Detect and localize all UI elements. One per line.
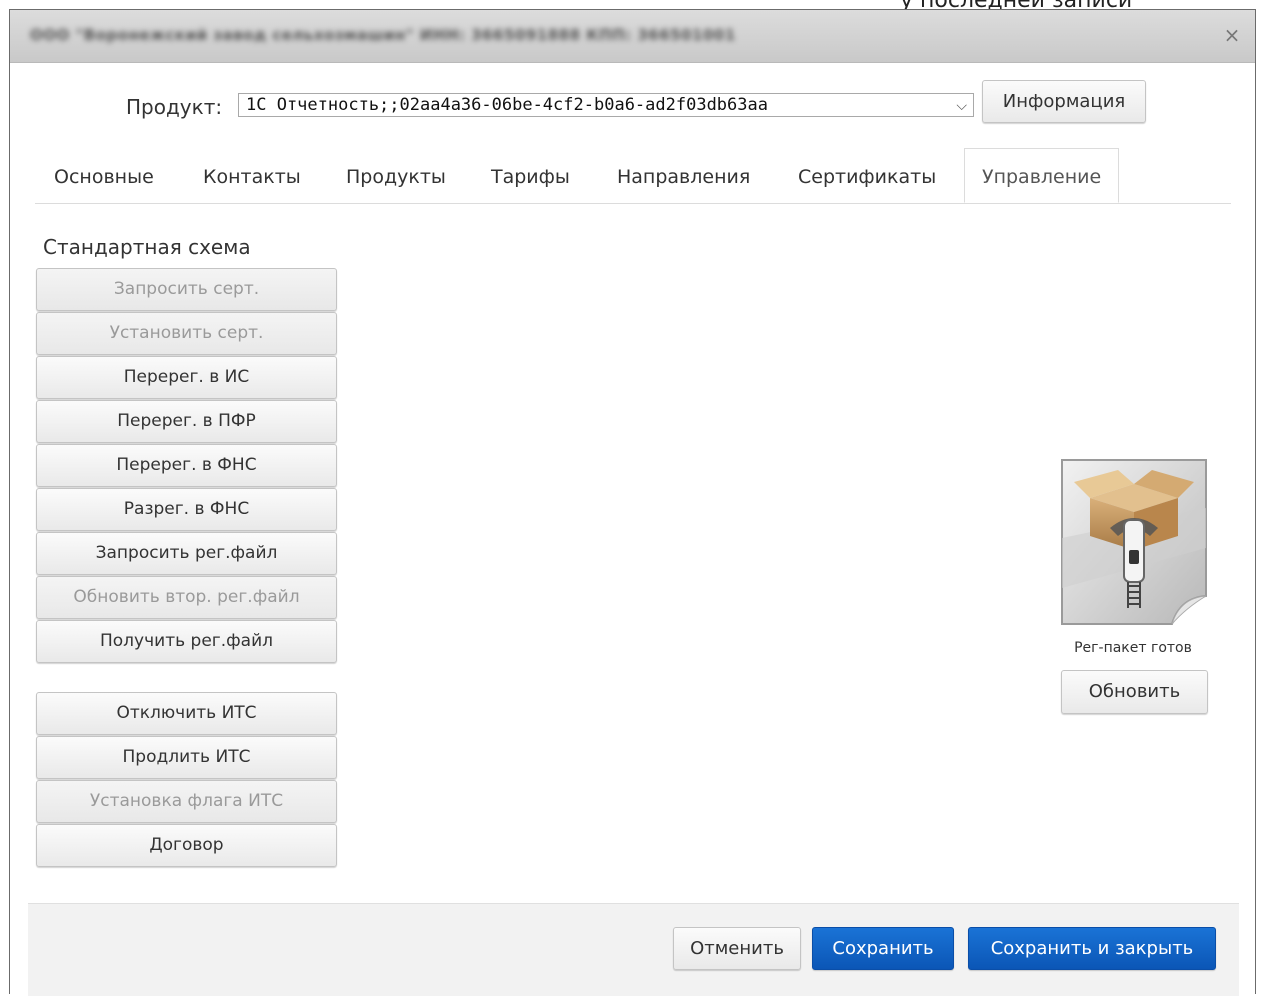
- rereg-is-button[interactable]: Перерег. в ИС: [36, 356, 337, 399]
- dialog-title: ООО "Воронежский завод сельхозмашин" ИНН…: [30, 26, 736, 44]
- package-status: Рег-пакет готов: [1074, 640, 1192, 656]
- info-button[interactable]: Информация: [982, 80, 1146, 123]
- rereg-pfr-button[interactable]: Перерег. в ПФР: [36, 400, 337, 443]
- save-button[interactable]: Сохранить: [812, 927, 954, 970]
- dialog-titlebar[interactable]: ООО "Воронежский завод сельхозмашин" ИНН…: [10, 10, 1255, 63]
- save-and-close-button[interactable]: Сохранить и закрыть: [968, 927, 1216, 970]
- chevron-down-icon: ⌵: [956, 98, 967, 114]
- tab-main[interactable]: Основные: [54, 148, 154, 203]
- client-dialog: ООО "Воронежский завод сельхозмашин" ИНН…: [9, 9, 1256, 996]
- product-label: Продукт:: [126, 95, 223, 119]
- request-cert-button[interactable]: Запросить серт.: [36, 268, 337, 311]
- tab-certificates[interactable]: Сертификаты: [798, 148, 936, 203]
- product-select-value: 1С Отчетность;;02aa4a36-06be-4cf2-b0a6-a…: [246, 95, 768, 115]
- tab-tariffs[interactable]: Тарифы: [491, 148, 570, 203]
- cancel-button[interactable]: Отменить: [673, 927, 801, 970]
- dialog-footer: Отменить Сохранить Сохранить и закрыть: [28, 903, 1239, 996]
- tab-bar: Основные Контакты Продукты Тарифы Направ…: [35, 148, 1231, 204]
- disable-its-button[interactable]: Отключить ИТС: [36, 692, 337, 735]
- rereg-fns-button[interactable]: Перерег. в ФНС: [36, 444, 337, 487]
- tab-management[interactable]: Управление: [964, 148, 1120, 203]
- tab-products[interactable]: Продукты: [346, 148, 446, 203]
- set-its-flag-button[interactable]: Установка флага ИТС: [36, 780, 337, 823]
- refresh-button[interactable]: Обновить: [1061, 670, 1208, 714]
- request-regfile-button[interactable]: Запросить рег.файл: [36, 532, 337, 575]
- get-regfile-button[interactable]: Получить рег.файл: [36, 620, 337, 663]
- unreg-fns-button[interactable]: Разрег. в ФНС: [36, 488, 337, 531]
- product-select[interactable]: 1С Отчетность;;02aa4a36-06be-4cf2-b0a6-a…: [238, 93, 974, 117]
- scheme-title: Стандартная схема: [43, 235, 251, 259]
- zip-archive-icon: [1061, 459, 1207, 625]
- extend-its-button[interactable]: Продлить ИТС: [36, 736, 337, 779]
- update-secondary-regfile-button[interactable]: Обновить втор. рег.файл: [36, 576, 337, 619]
- close-icon[interactable]: ×: [1221, 24, 1243, 46]
- tab-contacts[interactable]: Контакты: [203, 148, 301, 203]
- contract-button[interactable]: Договор: [36, 824, 337, 867]
- tab-directions[interactable]: Направления: [617, 148, 750, 203]
- install-cert-button[interactable]: Установить серт.: [36, 312, 337, 355]
